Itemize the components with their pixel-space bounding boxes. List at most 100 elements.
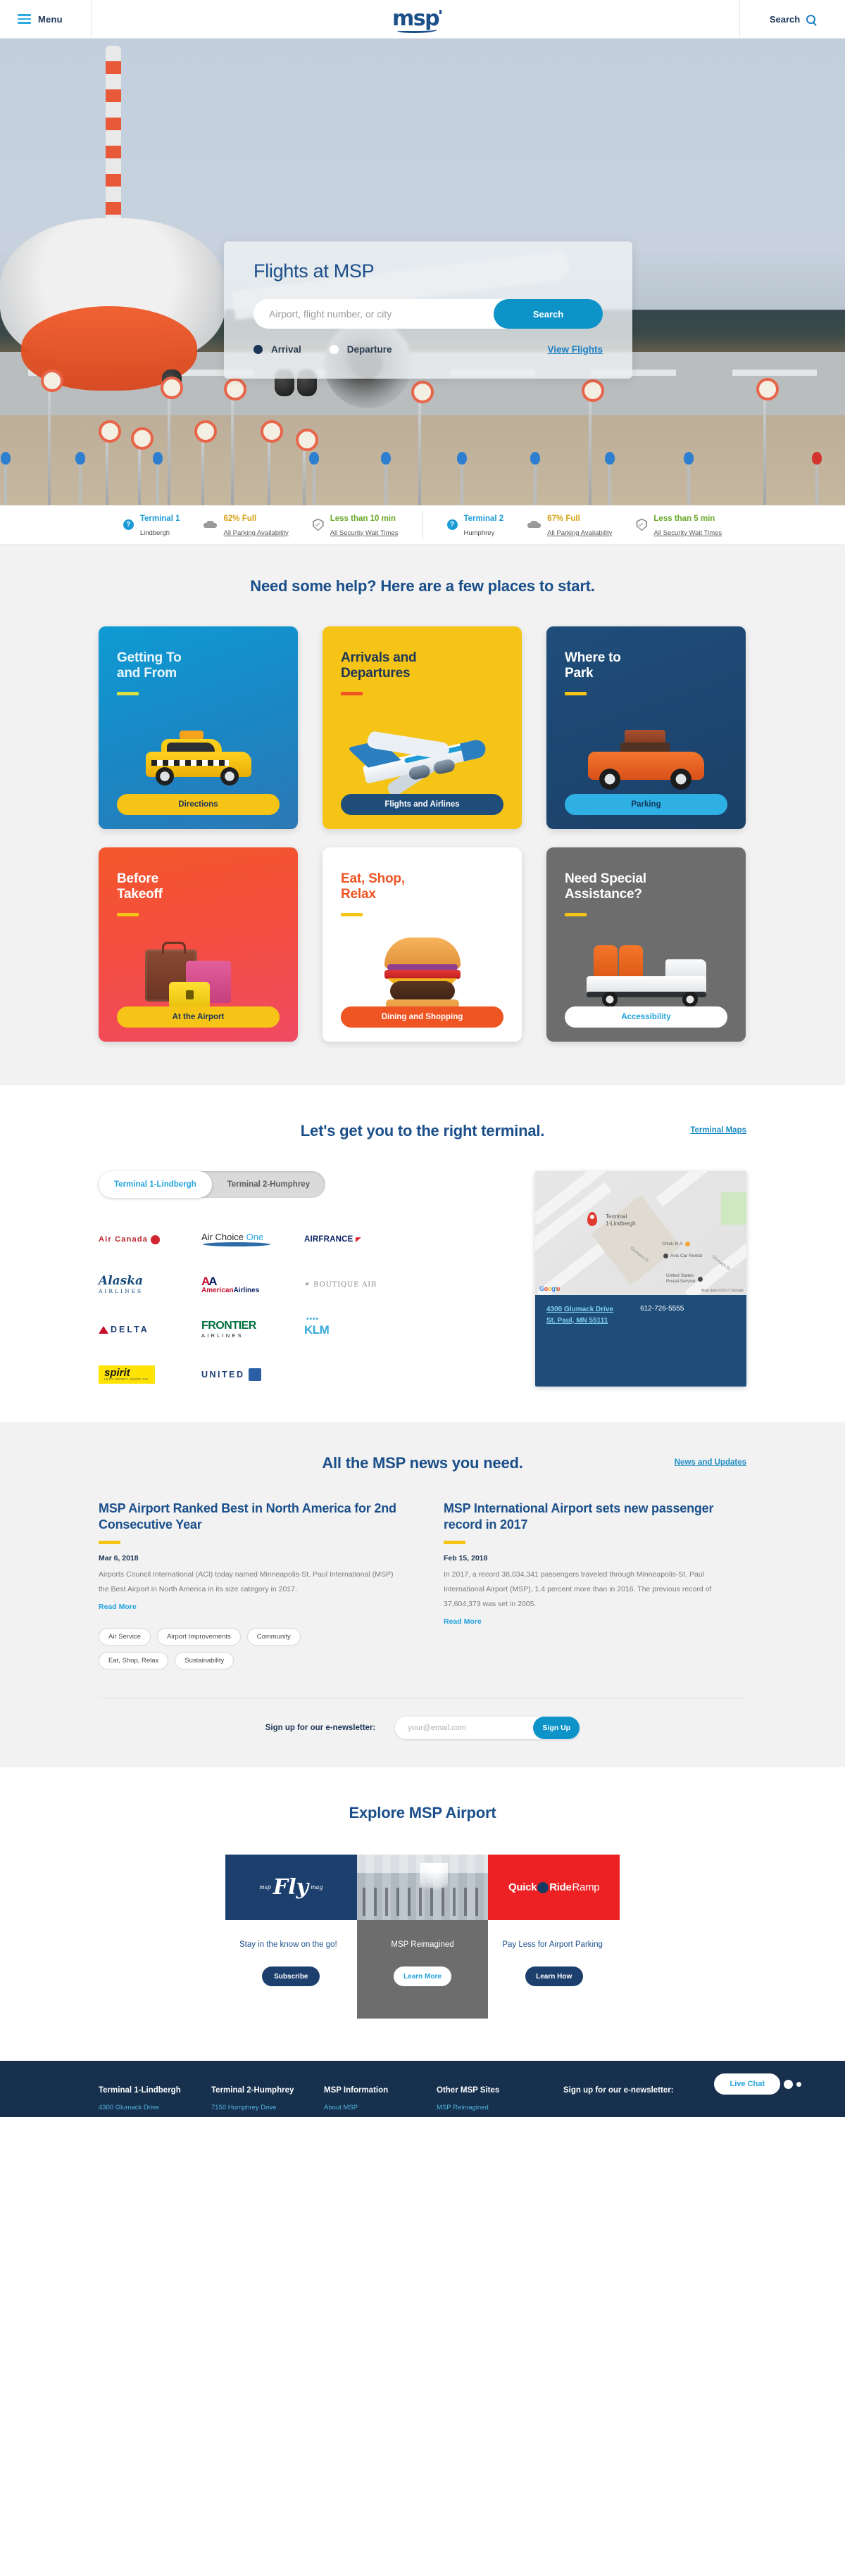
news-and-updates-link[interactable]: News and Updates: [675, 1458, 746, 1467]
news-read-more-link[interactable]: Read More: [99, 1603, 137, 1611]
status-wait-2[interactable]: Less than 5 min All Security Wait Times: [636, 511, 722, 539]
card-button-at-the-airport[interactable]: At the Airport: [117, 1006, 280, 1028]
card-eat-shop-relax[interactable]: Eat, Shop, Relax Dining and Shopping: [323, 847, 522, 1042]
footer-column-msp-information: MSP Information About MSP: [324, 2086, 437, 2114]
explore-card-quick-ride-ramp[interactable]: Quick Ride Ramp Pay Less for Airport Par…: [488, 1855, 620, 2019]
terminal-section: Let's get you to the right terminal. Ter…: [0, 1085, 845, 1422]
radio-arrival[interactable]: Arrival: [254, 344, 301, 355]
news-tag[interactable]: Community: [246, 1628, 301, 1646]
status-terminal-2[interactable]: ? Terminal 2 Humphrey: [446, 511, 503, 539]
card-button-dining-and-shopping[interactable]: Dining and Shopping: [341, 1006, 503, 1028]
card-before-takeoff[interactable]: Before Takeoff At the Airport: [99, 847, 298, 1042]
status-parking-link[interactable]: All Parking Availability: [223, 529, 288, 537]
footer-link[interactable]: 4300 Glumack Drive: [99, 2102, 211, 2114]
airline-logo-klm[interactable]: KLM: [304, 1316, 387, 1341]
airline-logo-frontier[interactable]: FRONTIERAIRLINES Frontier Airlines: [201, 1318, 284, 1341]
card-title-line2: Park: [565, 666, 594, 681]
terminal-address-link[interactable]: 4300 Glumack Drive St. Paul, MN 55111: [546, 1304, 613, 1327]
terminal-map-image[interactable]: Terminal 1-Lindbergh Chick-fil-A Avis Ca…: [535, 1171, 746, 1295]
airline-logo-spirit[interactable]: spiritLESS MONEY. MORE GO. Spirit: [99, 1363, 182, 1387]
live-chat-widget[interactable]: Live Chat: [714, 2073, 801, 2095]
live-chat-button[interactable]: Live Chat: [714, 2073, 780, 2095]
radio-departure-dot[interactable]: [329, 345, 339, 354]
airline-logo-boutique-air[interactable]: ⚭ BOUTIQUE AIR Boutique Air: [304, 1273, 387, 1296]
card-arrivals-and-departures[interactable]: Arrivals and Departures Flights and Airl…: [323, 626, 522, 829]
radio-departure[interactable]: Departure: [329, 344, 392, 355]
airline-logo-airfrance[interactable]: Airfrance: [304, 1227, 387, 1251]
news-read-more-link[interactable]: Read More: [444, 1617, 482, 1626]
explore-card-body: Stay in the know on the go! Subscribe: [225, 1920, 357, 2019]
explore-card-caption: Pay Less for Airport Parking: [502, 1940, 603, 1950]
card-button-flights-and-airlines[interactable]: Flights and Airlines: [341, 794, 503, 815]
card-where-to-park[interactable]: Where to Park Parking: [546, 626, 746, 829]
explore-button-subscribe[interactable]: Subscribe: [262, 1966, 320, 1987]
search-button[interactable]: Search: [739, 0, 845, 39]
explore-button-learn-how[interactable]: Learn How: [525, 1966, 583, 1987]
status-parking-link[interactable]: All Parking Availability: [547, 529, 612, 537]
airline-logo-air-choice-one[interactable]: Air Choice One Air Choice One: [201, 1227, 284, 1251]
status-wait-link[interactable]: All Security Wait Times: [330, 529, 399, 537]
google-logo: Google: [539, 1285, 561, 1292]
menu-button[interactable]: Menu: [0, 0, 92, 39]
radio-arrival-dot[interactable]: [254, 345, 263, 354]
flight-search-row: Search: [254, 299, 603, 329]
airline-logo-american-airlines[interactable]: AAAmericanAirlines American Airlines: [201, 1273, 284, 1296]
airline-name-airfrance: Airfrance: [304, 1235, 353, 1244]
arrival-departure-toggle: Arrival Departure View Flights: [254, 344, 603, 355]
terminal-address-block: 4300 Glumack Drive St. Paul, MN 55111 61…: [535, 1295, 746, 1337]
hamburger-icon[interactable]: [18, 14, 31, 24]
news-tag[interactable]: Air Service: [99, 1628, 151, 1646]
search-icon[interactable]: [806, 14, 816, 24]
site-footer: Terminal 1-Lindbergh 4300 Glumack Drive …: [0, 2061, 845, 2118]
airline-logo-air-canada[interactable]: Air Canada: [99, 1227, 182, 1251]
status-wait-1[interactable]: Less than 10 min All Security Wait Times: [312, 511, 399, 539]
footer-link[interactable]: MSP Reimagined: [437, 2102, 549, 2114]
footer-link[interactable]: 7150 Humphrey Drive: [211, 2102, 324, 2114]
airline-logo-united[interactable]: United: [201, 1363, 284, 1387]
news-tag[interactable]: Airport Improvements: [156, 1628, 241, 1646]
airline-logo-delta[interactable]: Delta: [99, 1318, 182, 1341]
explore-card-fly-mag[interactable]: msp Fly mag Stay in the know on the go! …: [225, 1855, 357, 2019]
flight-search-button[interactable]: Search: [494, 299, 603, 329]
newsletter-signup-button[interactable]: Sign Up: [533, 1717, 580, 1740]
airline-name-air-canada: Air Canada: [99, 1235, 149, 1244]
card-button-accessibility[interactable]: Accessibility: [565, 1006, 727, 1028]
newsletter-signup: Sign up for our e-newsletter: Sign Up: [99, 1698, 746, 1767]
status-parking-2[interactable]: 67% Full All Parking Availability: [527, 511, 612, 539]
card-title-line1: Where to: [565, 650, 621, 665]
hero-banner: Flights at MSP Search Arrival Departure …: [0, 39, 845, 505]
explore-card-msp-reimagined[interactable]: MSP Reimagined Learn More: [356, 1855, 489, 2019]
footer-link[interactable]: About MSP: [324, 2102, 437, 2114]
terminal-map-card[interactable]: Terminal 1-Lindbergh Chick-fil-A Avis Ca…: [535, 1171, 746, 1387]
news-accent-rule: [444, 1541, 465, 1545]
news-tag[interactable]: Sustainability: [175, 1652, 234, 1670]
runway-light: [99, 420, 121, 505]
explore-section: Explore MSP Airport msp Fly mag Stay in …: [0, 1767, 845, 2062]
explore-button-learn-more[interactable]: Learn More: [394, 1966, 451, 1987]
taxiway-light: [530, 452, 540, 505]
view-flights-link[interactable]: View Flights: [547, 344, 603, 355]
status-parking-1[interactable]: 62% Full All Parking Availability: [204, 511, 289, 539]
card-getting-to-and-from[interactable]: Getting To and From Directions: [99, 626, 298, 829]
runway-light: [41, 370, 63, 505]
card-need-special-assistance[interactable]: Need Special Assistance? Accessibility: [546, 847, 746, 1042]
card-button-directions[interactable]: Directions: [117, 794, 280, 815]
tab-terminal-1-lindbergh[interactable]: Terminal 1-Lindbergh: [99, 1171, 212, 1198]
terminal-phone[interactable]: 612-726-5555: [640, 1305, 684, 1313]
delta-triangle-icon: [99, 1325, 108, 1334]
news-tag[interactable]: Eat, Shop, Relax: [99, 1652, 169, 1670]
status-wait-link[interactable]: All Security Wait Times: [653, 529, 722, 537]
status-parking-value: 62% Full: [223, 514, 257, 523]
terminal-maps-link[interactable]: Terminal Maps: [690, 1126, 746, 1135]
footer-heading: Other MSP Sites: [437, 2086, 500, 2095]
news-headline[interactable]: MSP Airport Ranked Best in North America…: [99, 1501, 401, 1533]
live-chat-dot-large: [784, 2079, 793, 2089]
tab-terminal-2-humphrey[interactable]: Terminal 2-Humphrey: [212, 1171, 325, 1198]
airline-logo-alaska[interactable]: AlaskaAIRLINES Alaska Airlines: [99, 1273, 182, 1296]
hero-ground: [0, 415, 845, 505]
news-headline[interactable]: MSP International Airport sets new passe…: [444, 1501, 746, 1533]
card-button-parking[interactable]: Parking: [565, 794, 727, 815]
status-terminal-1[interactable]: ? Terminal 1 Lindbergh: [123, 511, 180, 539]
msp-logo[interactable]: msp: [392, 8, 442, 33]
aircraft-tail: [106, 46, 121, 222]
